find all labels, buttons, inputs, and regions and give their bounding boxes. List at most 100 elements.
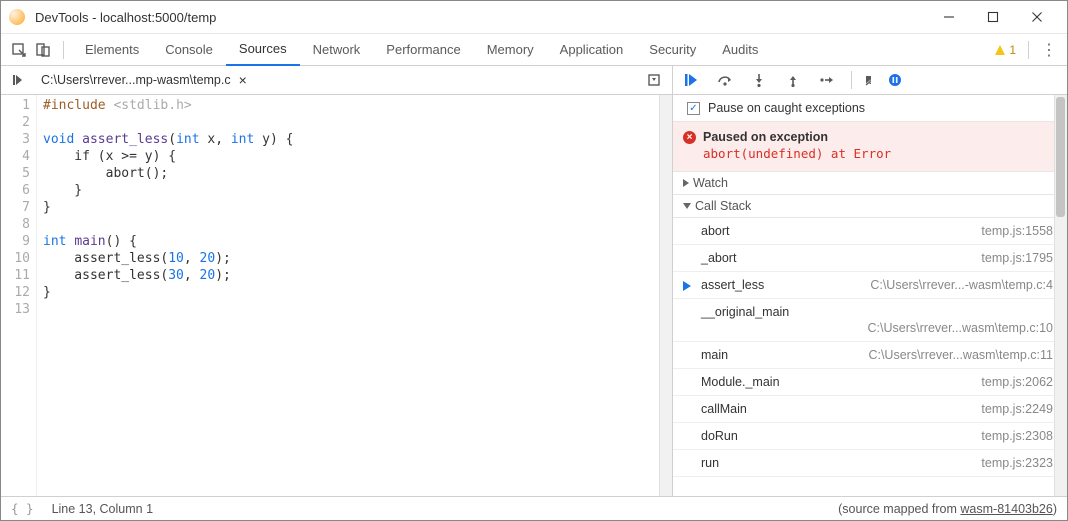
callstack-label: Call Stack (695, 199, 751, 213)
code-line[interactable]: int main() { (43, 233, 672, 250)
code-line[interactable]: void assert_less(int x, int y) { (43, 131, 672, 148)
step-button[interactable] (817, 70, 837, 90)
collapsed-icon (683, 179, 689, 187)
code-line[interactable] (43, 216, 672, 233)
line-number[interactable]: 13 (1, 301, 30, 318)
editor-scrollbar[interactable] (659, 95, 672, 496)
callstack-frame[interactable]: _aborttemp.js:1795 (673, 245, 1067, 272)
line-number[interactable]: 3 (1, 131, 30, 148)
code-content[interactable]: #include <stdlib.h> void assert_less(int … (37, 95, 672, 496)
callstack-frame[interactable]: mainC:\Users\rrever...wasm\temp.c:11 (673, 342, 1067, 369)
tab-memory[interactable]: Memory (474, 34, 547, 66)
tab-network[interactable]: Network (300, 34, 374, 66)
line-number[interactable]: 1 (1, 97, 30, 114)
step-over-button[interactable] (715, 70, 735, 90)
line-number[interactable]: 11 (1, 267, 30, 284)
callstack-frame[interactable]: __original_main C:\Users\rrever...wasm\te… (673, 299, 1067, 342)
callstack-frame[interactable]: assert_lessC:\Users\rrever...-wasm\temp.… (673, 272, 1067, 299)
code-line[interactable]: abort(); (43, 165, 672, 182)
debugger-toolbar (673, 66, 1067, 94)
frame-location[interactable]: temp.js:1558 (981, 224, 1053, 238)
frame-function: callMain (701, 402, 747, 416)
tab-performance[interactable]: Performance (373, 34, 473, 66)
frame-location[interactable]: temp.js:2249 (981, 402, 1053, 416)
checkbox-checked-icon[interactable]: ✓ (687, 102, 700, 115)
paused-message: abort(undefined) at Error (703, 146, 1053, 161)
pause-on-caught-row[interactable]: ✓ Pause on caught exceptions (673, 95, 1067, 122)
callstack-frame[interactable]: Module._main temp.js:2062 (673, 369, 1067, 396)
deactivate-breakpoints-button[interactable] (851, 71, 871, 89)
step-into-button[interactable] (749, 70, 769, 90)
window-titlebar: DevTools - localhost:5000/temp (1, 1, 1067, 34)
frame-location[interactable]: temp.js:2062 (981, 375, 1053, 389)
code-line[interactable]: if (x >= y) { (43, 148, 672, 165)
frame-location[interactable]: temp.js:2308 (981, 429, 1053, 443)
line-number[interactable]: 2 (1, 114, 30, 131)
code-line[interactable]: assert_less(10, 20); (43, 250, 672, 267)
tab-audits[interactable]: Audits (709, 34, 771, 66)
source-map-link[interactable]: wasm-81403b26 (960, 502, 1052, 516)
window-title: DevTools - localhost:5000/temp (35, 10, 927, 25)
pause-on-exceptions-button[interactable] (885, 70, 905, 90)
line-number[interactable]: 8 (1, 216, 30, 233)
more-tabs-icon[interactable] (644, 70, 664, 90)
callstack-frame[interactable]: callMain temp.js:2249 (673, 396, 1067, 423)
line-number[interactable]: 4 (1, 148, 30, 165)
frame-location[interactable]: C:\Users\rrever...-wasm\temp.c:4 (870, 278, 1053, 292)
app-logo-icon (9, 9, 25, 25)
line-number[interactable]: 9 (1, 233, 30, 250)
more-menu-icon[interactable]: ⋮ (1037, 38, 1061, 62)
callstack-section-header[interactable]: Call Stack (673, 195, 1067, 218)
scrollbar-thumb[interactable] (1056, 97, 1065, 217)
device-toolbar-icon[interactable] (31, 38, 55, 62)
open-file-tab[interactable]: C:\Users\rrever...mp-wasm\temp.c × (35, 67, 253, 94)
frame-function: Module._main (701, 375, 780, 389)
code-line[interactable]: #include <stdlib.h> (43, 97, 672, 114)
window-close-button[interactable] (1015, 1, 1059, 34)
close-file-icon[interactable]: × (239, 72, 247, 88)
window-maximize-button[interactable] (971, 1, 1015, 34)
callstack-frame[interactable]: doRun temp.js:2308 (673, 423, 1067, 450)
pretty-print-icon[interactable]: { } (11, 501, 34, 516)
tab-security[interactable]: Security (636, 34, 709, 66)
line-number[interactable]: 12 (1, 284, 30, 301)
inspect-element-icon[interactable] (7, 38, 31, 62)
frame-location[interactable]: C:\Users\rrever...wasm\temp.c:11 (868, 348, 1053, 362)
frame-function: __original_main (701, 305, 789, 319)
tab-sources[interactable]: Sources (226, 34, 300, 66)
resume-button[interactable] (681, 70, 701, 90)
paused-on-exception-box: × Paused on exception abort(undefined) a… (673, 122, 1067, 172)
step-out-button[interactable] (783, 70, 803, 90)
window-minimize-button[interactable] (927, 1, 971, 34)
line-number[interactable]: 5 (1, 165, 30, 182)
line-number[interactable]: 10 (1, 250, 30, 267)
show-navigator-icon[interactable] (9, 70, 29, 90)
frame-location[interactable]: temp.js:2323 (981, 456, 1053, 470)
code-line[interactable]: } (43, 199, 672, 216)
warning-icon (994, 44, 1006, 56)
frame-function: run (701, 456, 719, 470)
warnings-badge[interactable]: 1 (994, 43, 1016, 57)
line-number[interactable]: 6 (1, 182, 30, 199)
frame-location[interactable]: temp.js:1795 (981, 251, 1053, 265)
code-line[interactable] (43, 301, 672, 318)
watch-section-header[interactable]: Watch (673, 172, 1067, 195)
line-number[interactable]: 7 (1, 199, 30, 216)
tab-elements[interactable]: Elements (72, 34, 152, 66)
expanded-icon (683, 203, 691, 209)
callstack-frame[interactable]: aborttemp.js:1558 (673, 218, 1067, 245)
tab-console[interactable]: Console (152, 34, 226, 66)
divider (1028, 41, 1029, 59)
frame-location[interactable]: C:\Users\rrever...wasm\temp.c:10 (701, 321, 1053, 335)
line-gutter: 12345678910111213 (1, 95, 37, 496)
code-line[interactable]: } (43, 284, 672, 301)
code-editor[interactable]: 12345678910111213 #include <stdlib.h>voi… (1, 95, 672, 496)
code-line[interactable]: assert_less(30, 20); (43, 267, 672, 284)
frame-function: doRun (701, 429, 738, 443)
tab-application[interactable]: Application (547, 34, 637, 66)
callstack-frame[interactable]: run temp.js:2323 (673, 450, 1067, 477)
code-line[interactable] (43, 114, 672, 131)
debugger-scrollbar[interactable] (1054, 95, 1067, 496)
code-line[interactable]: } (43, 182, 672, 199)
paused-title: Paused on exception (703, 130, 1053, 144)
